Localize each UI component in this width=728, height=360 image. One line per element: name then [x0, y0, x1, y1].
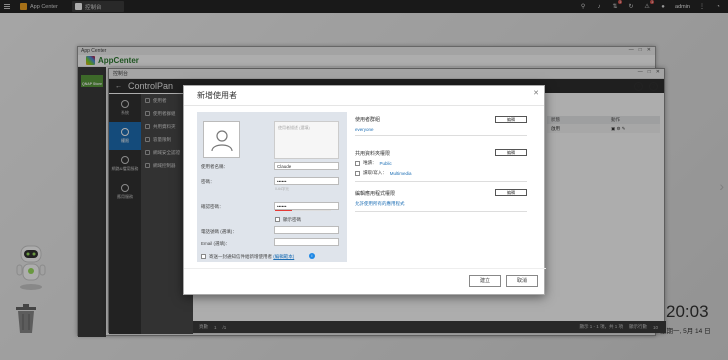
dialog-title: 新增使用者: [184, 86, 544, 106]
apps-value[interactable]: 允許使用所有的應用程式: [355, 201, 405, 207]
permissions-panel: 使用者群組 編輯 everyone 共用資料夾權限 編輯 唯讀： Public …: [355, 112, 537, 262]
avatar[interactable]: [203, 121, 240, 158]
send-notify-label: 寄送一封通知信件給新增使用者 (編輯範本): [209, 254, 294, 260]
dialog-divider: [184, 268, 546, 269]
readwrite-value[interactable]: Multimedia: [390, 171, 412, 176]
edit-icon: [355, 170, 360, 176]
shares-section: 共用資料夾權限 編輯 唯讀： Public 讀取/寫入： Multimedia: [355, 147, 527, 182]
create-button[interactable]: 建立: [469, 275, 501, 287]
username-field[interactable]: Claude: [274, 162, 339, 170]
send-notify-checkbox[interactable]: [201, 254, 206, 259]
username-label: 使用者名稱：: [201, 164, 228, 169]
edit-shares-button[interactable]: 編輯: [495, 149, 527, 156]
password-hint: 0-64字元: [275, 187, 290, 191]
password-field[interactable]: ••••••: [274, 177, 339, 185]
group-value[interactable]: everyone: [355, 127, 374, 132]
apps-title: 編輯應用程式權限: [355, 191, 396, 197]
readonly-icon: [355, 160, 360, 166]
confirm-password-field[interactable]: ••••••: [274, 202, 339, 210]
confirm-password-label: 確認密碼：: [201, 204, 224, 209]
readwrite-permission: 讀取/寫入： Multimedia: [355, 170, 412, 176]
user-silhouette-icon: [210, 129, 233, 151]
show-password-label: 顯示密碼: [283, 217, 301, 222]
info-icon[interactable]: i: [309, 253, 315, 259]
edit-groups-button[interactable]: 編輯: [495, 116, 527, 123]
groups-section: 使用者群組 編輯 everyone: [355, 112, 527, 136]
email-field[interactable]: [274, 238, 339, 246]
cancel-button[interactable]: 取消: [506, 275, 538, 287]
groups-title: 使用者群組: [355, 117, 381, 123]
password-label: 密碼：: [201, 179, 215, 184]
show-password-checkbox[interactable]: [275, 217, 280, 222]
readonly-label: 唯讀：: [363, 160, 377, 165]
send-notify-text: 寄送一封通知信件給新增使用者: [209, 254, 272, 259]
edit-template-link[interactable]: (編輯範本): [273, 254, 294, 259]
create-user-dialog: 新增使用者 ✕ 使用者描述 (選填) 使用者名稱： Claude 密碼： •••…: [183, 85, 546, 295]
close-icon[interactable]: ✕: [533, 89, 539, 97]
edit-apps-button[interactable]: 編輯: [495, 189, 527, 196]
readwrite-label: 讀取/寫入：: [363, 170, 387, 175]
apps-section: 編輯應用程式權限 編輯 允許使用所有的應用程式: [355, 188, 527, 212]
readonly-permission: 唯讀： Public: [355, 160, 392, 166]
description-field[interactable]: 使用者描述 (選填): [274, 121, 339, 159]
phone-label: 電話號碼 (選填)：: [201, 229, 237, 234]
phone-field[interactable]: [274, 226, 339, 234]
shares-title: 共用資料夾權限: [355, 151, 391, 157]
email-label: Email (選填)：: [201, 241, 230, 246]
readonly-value[interactable]: Public: [380, 161, 392, 166]
user-form-panel: 使用者描述 (選填) 使用者名稱： Claude 密碼： •••••• 0-64…: [197, 112, 347, 262]
